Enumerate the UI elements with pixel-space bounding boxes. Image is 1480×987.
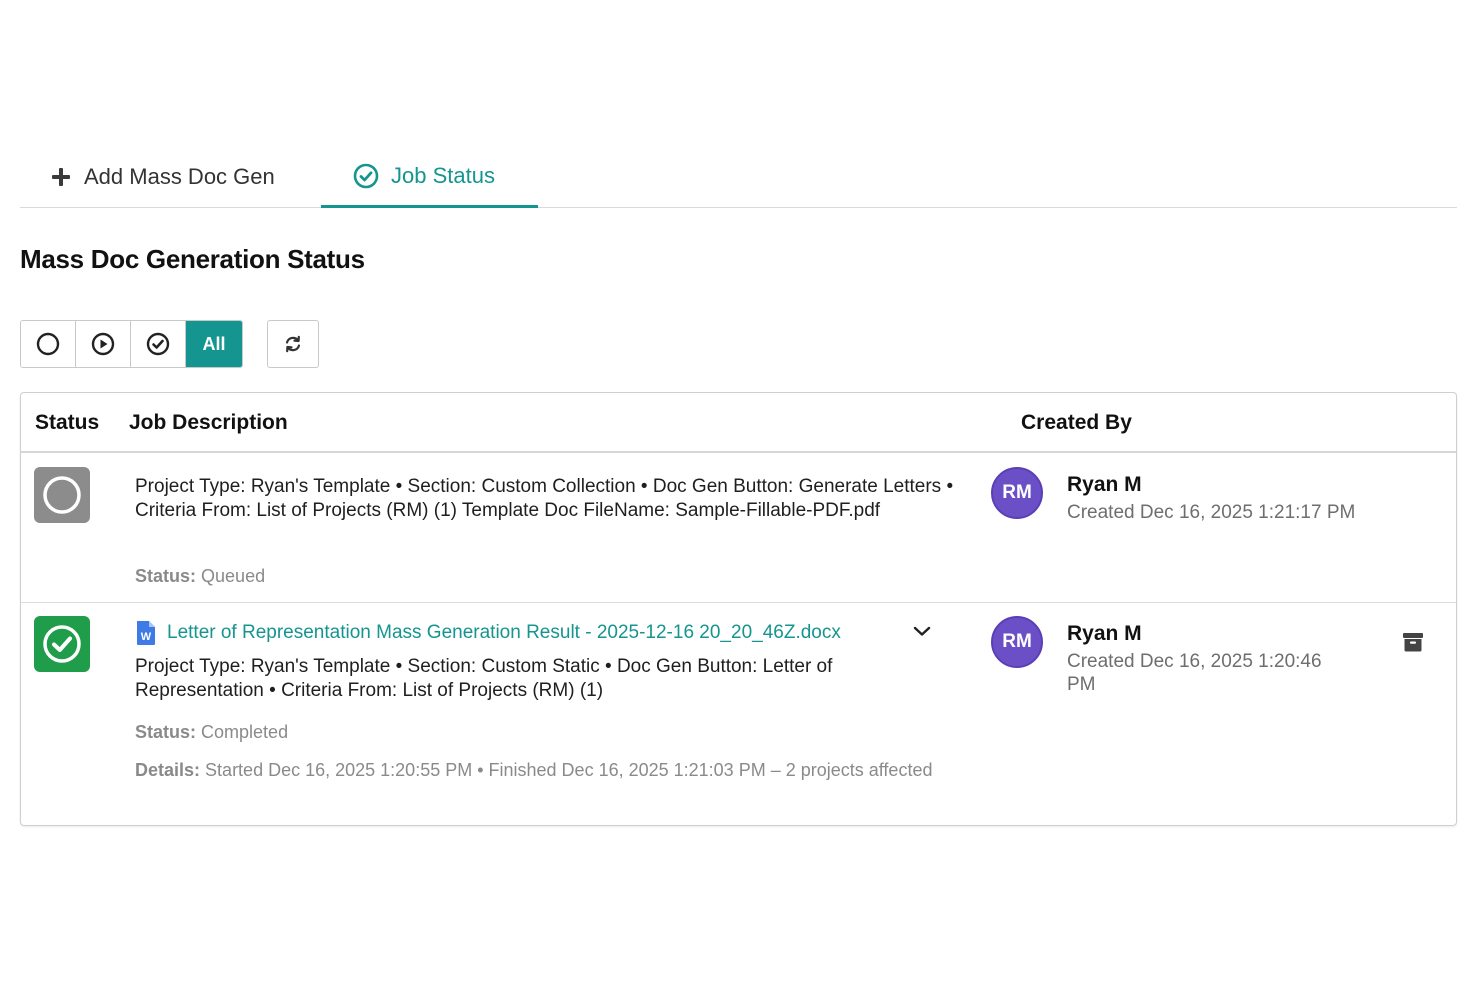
completed-check-icon	[43, 625, 81, 663]
check-circle-icon	[353, 163, 379, 188]
status-label: Status:	[135, 566, 197, 586]
queued-circle-icon	[43, 476, 81, 514]
archive-button[interactable]	[1401, 630, 1425, 654]
table-row: Project Type: Ryan's Template • Section:…	[21, 455, 1456, 603]
tab-add-mass-doc-gen[interactable]: Add Mass Doc Gen	[52, 146, 275, 208]
creator-name: Ryan M	[1067, 473, 1142, 496]
play-circle-icon	[91, 332, 115, 356]
tab-bar: Add Mass Doc Gen Job Status	[20, 146, 1457, 208]
tab-job-status[interactable]: Job Status	[321, 146, 538, 208]
job-description: Project Type: Ryan's Template • Section:…	[135, 476, 954, 521]
details-value: Started Dec 16, 2025 1:20:55 PM • Finish…	[205, 760, 933, 780]
result-document-link[interactable]: W Letter of Representation Mass Generati…	[135, 620, 841, 646]
filter-queued-button[interactable]	[21, 321, 76, 367]
circle-outline-icon	[36, 332, 60, 356]
created-timestamp: Created Dec 16, 2025 1:21:17 PM	[1067, 502, 1356, 523]
word-document-icon: W	[137, 621, 155, 645]
avatar: RM	[991, 616, 1043, 668]
check-circle-icon	[146, 332, 170, 356]
filter-running-button[interactable]	[76, 321, 131, 367]
table-row: W Letter of Representation Mass Generati…	[21, 604, 1456, 825]
job-status-text: Status: Completed	[135, 722, 288, 743]
status-label: Status:	[135, 722, 197, 742]
job-description: Project Type: Ryan's Template • Section:…	[135, 656, 833, 701]
status-value: Queued	[201, 566, 266, 586]
archive-icon	[1403, 633, 1423, 652]
job-status-table: Status Job Description Created By Projec…	[20, 392, 1457, 826]
job-details-text: Details: Started Dec 16, 2025 1:20:55 PM…	[135, 754, 975, 786]
tab-label: Job Status	[391, 162, 495, 188]
filter-all-button[interactable]: All	[186, 321, 242, 367]
column-header-job-description: Job Description	[129, 411, 288, 434]
created-timestamp: Created Dec 16, 2025 1:20:46 PM	[1067, 651, 1322, 695]
doc-link-label: Letter of Representation Mass Generation…	[167, 622, 841, 643]
refresh-icon	[285, 335, 301, 353]
chevron-down-icon[interactable]	[912, 624, 932, 643]
refresh-button[interactable]	[267, 320, 319, 368]
status-value: Completed	[201, 722, 289, 742]
svg-text:W: W	[141, 631, 152, 643]
column-header-status: Status	[35, 411, 100, 434]
filter-completed-button[interactable]	[131, 321, 186, 367]
creator-name: Ryan M	[1067, 622, 1142, 645]
avatar: RM	[991, 467, 1043, 519]
status-filter-group: All	[20, 320, 243, 368]
job-status-text: Status: Queued	[135, 566, 265, 587]
queued-status-icon	[34, 467, 90, 523]
table-header: Status Job Description Created By	[21, 393, 1456, 453]
page-title: Mass Doc Generation Status	[20, 244, 365, 274]
column-header-created-by: Created By	[1021, 411, 1132, 434]
completed-status-icon	[34, 616, 90, 672]
tab-label: Add Mass Doc Gen	[84, 164, 275, 189]
details-label: Details:	[135, 760, 201, 780]
plus-icon	[52, 168, 70, 186]
